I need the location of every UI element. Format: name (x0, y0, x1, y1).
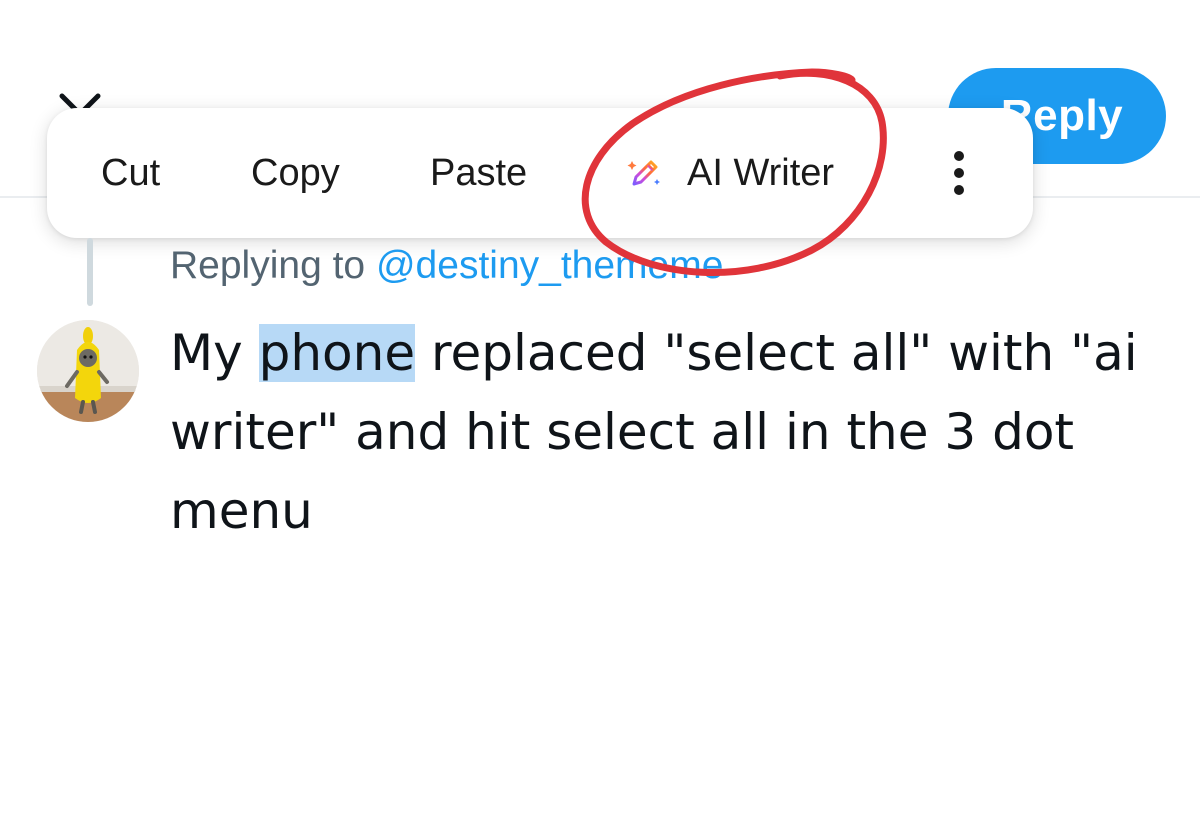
menu-item-label: Cut (101, 151, 161, 194)
menu-item-cut[interactable]: Cut (101, 108, 160, 238)
replying-to-prefix: Replying to (170, 244, 366, 287)
replying-to-handle[interactable]: @destiny_thememe (376, 244, 723, 287)
menu-item-label: Copy (251, 151, 340, 194)
menu-item-paste[interactable]: Paste (430, 108, 527, 238)
selected-text[interactable]: phone (258, 324, 416, 382)
menu-item-label: Paste (430, 151, 528, 194)
menu-item-label: AI Writer (687, 151, 835, 194)
more-vertical-icon[interactable] (939, 108, 979, 238)
replying-to-line: Replying to @destiny_thememe (170, 244, 723, 288)
text-selection-menu: Cut Copy Paste AI Writer (47, 108, 1033, 238)
thread-connector (87, 238, 93, 306)
compose-reply-screen: Reply Cut Copy Paste AI Writer Replying … (0, 0, 1200, 837)
menu-item-copy[interactable]: Copy (251, 108, 340, 238)
banana-cat-avatar[interactable] (37, 320, 139, 422)
reply-text[interactable]: My phone replaced "select all" with "ai … (170, 314, 1160, 551)
text-before: My (170, 324, 259, 382)
menu-item-ai-writer[interactable]: AI Writer (625, 108, 834, 238)
ai-pen-sparkle-icon (625, 153, 665, 193)
